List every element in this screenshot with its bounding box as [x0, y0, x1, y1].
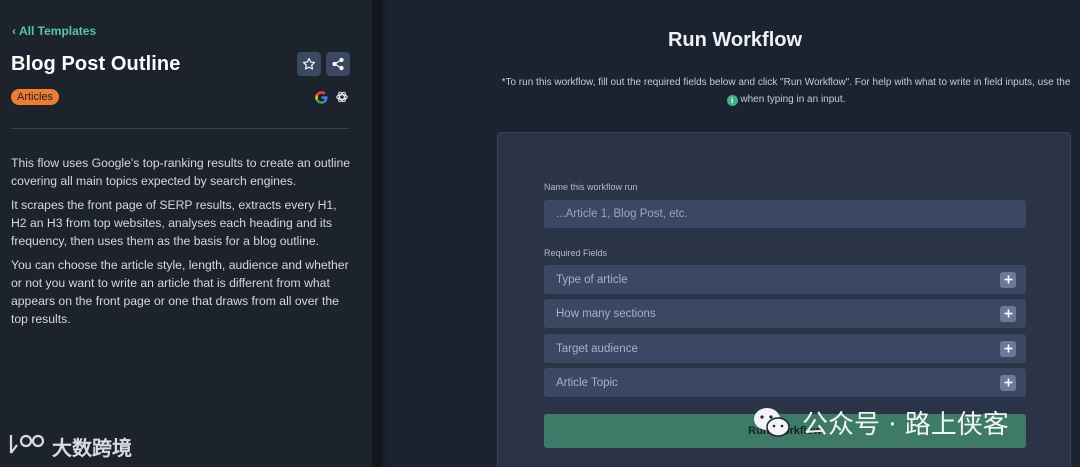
category-badge[interactable]: Articles: [11, 89, 60, 105]
template-description: This flow uses Google's top-ranking resu…: [11, 154, 353, 334]
wechat-icon: [754, 407, 790, 437]
watermark-right: 公众号 · 路上侠客: [752, 404, 1009, 441]
sidebar-divider: [11, 128, 349, 129]
field-label: Article Topic: [556, 376, 618, 389]
expand-button[interactable]: [1000, 340, 1016, 357]
favorite-button[interactable]: [297, 52, 321, 76]
description-paragraph: You can choose the article style, length…: [11, 258, 349, 326]
google-icon: [315, 91, 328, 104]
template-title: Blog Post Outline: [11, 53, 181, 75]
field-label: How many sections: [556, 307, 656, 320]
back-link-label: All Templates: [19, 24, 97, 38]
share-button[interactable]: [326, 52, 350, 76]
description-paragraph: This flow uses Google's top-ranking resu…: [11, 156, 351, 188]
workflow-name-input[interactable]: [544, 200, 1026, 228]
field-label: Type of article: [556, 273, 628, 286]
description-paragraph: It scrapes the front page of SERP result…: [11, 198, 337, 248]
watermark-right-text: 公众号 · 路上侠客: [802, 410, 1009, 440]
instructions-text-end: when typing in an input.: [740, 94, 846, 105]
watermark-mark-icon: [8, 433, 46, 460]
field-target-audience[interactable]: Target audience: [544, 334, 1026, 363]
instructions-text: *To run this workflow, fill out the requ…: [501, 77, 1071, 88]
field-label: Target audience: [556, 342, 638, 355]
watermark-logo-left: 大数跨境: [8, 432, 132, 461]
plus-icon: [1003, 344, 1013, 353]
plus-icon: [1003, 378, 1013, 387]
plus-icon: [1003, 309, 1013, 318]
plus-icon: [1003, 275, 1013, 284]
openai-icon: [336, 91, 348, 103]
field-type-of-article[interactable]: Type of article: [544, 265, 1026, 294]
chevron-left-icon: ‹: [12, 24, 16, 38]
required-fields-label: Required Fields: [544, 248, 608, 258]
name-field-label: Name this workflow run: [544, 182, 638, 192]
field-article-topic[interactable]: Article Topic: [544, 368, 1026, 397]
star-icon: [302, 57, 316, 70]
page-title: Run Workflow: [667, 29, 803, 51]
expand-button[interactable]: [1000, 271, 1016, 288]
share-icon: [332, 57, 344, 71]
sidebar-shadow: [372, 0, 390, 467]
expand-button[interactable]: [1000, 374, 1016, 391]
watermark-left-text: 大数跨境: [52, 438, 132, 460]
all-templates-link[interactable]: ‹ All Templates: [12, 24, 96, 38]
run-instructions: *To run this workflow, fill out the requ…: [500, 74, 1072, 108]
template-sidebar: ‹ All Templates Blog Post Outline Articl…: [0, 0, 372, 467]
field-how-many-sections[interactable]: How many sections: [544, 299, 1026, 328]
info-icon: i: [726, 95, 738, 106]
expand-button[interactable]: [1000, 305, 1016, 322]
